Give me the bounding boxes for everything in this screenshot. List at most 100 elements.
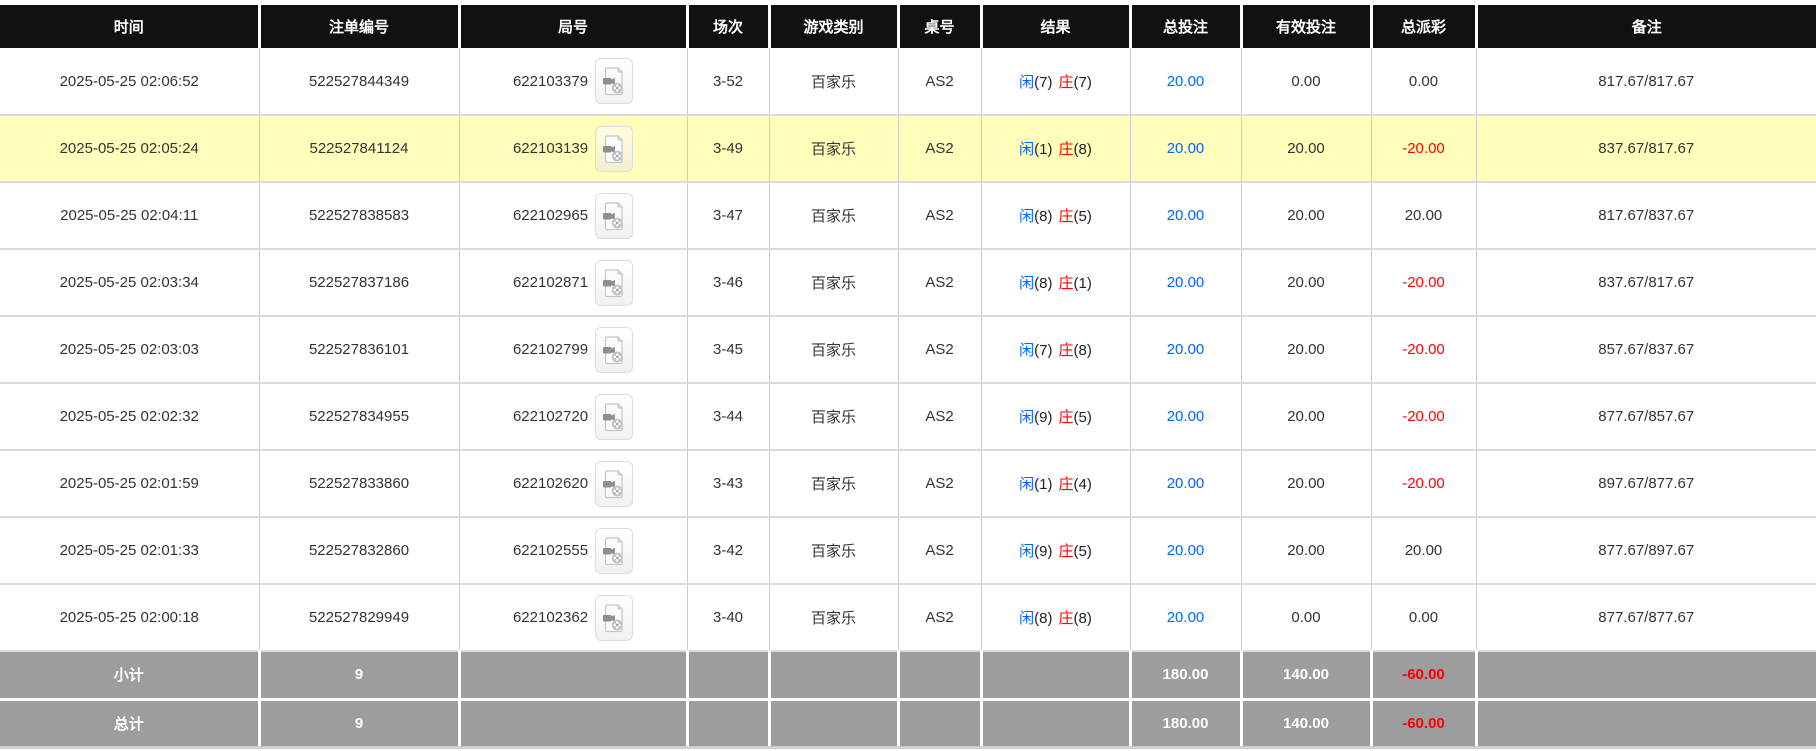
table-row[interactable]: 2025-05-25 02:06:52 522527844349 6221033… xyxy=(0,48,1816,115)
total-bet-cell[interactable]: 20.00 xyxy=(1130,181,1242,249)
round-number: 622103379 xyxy=(512,72,589,90)
round-number: 622102362 xyxy=(512,609,589,626)
video-icon xyxy=(603,66,624,96)
table-number-cell: AS2 xyxy=(898,248,982,316)
player-result-score: (9) xyxy=(1034,543,1053,560)
total-payout: -60.00 xyxy=(1371,697,1478,749)
video-replay-button[interactable] xyxy=(595,460,634,507)
round-number: 622102799 xyxy=(512,341,589,358)
round-cell: 622102965 xyxy=(459,181,688,249)
player-result-label: 闲 xyxy=(1019,610,1035,627)
banker-result-score: (5) xyxy=(1073,409,1092,426)
total-bet-cell[interactable]: 20.00 xyxy=(1130,248,1242,316)
player-result-label: 闲 xyxy=(1019,543,1035,560)
player-result-score: (1) xyxy=(1034,476,1053,493)
video-icon xyxy=(603,201,624,230)
bet-number-cell: 522527841124 xyxy=(259,114,460,182)
total-bet-cell[interactable]: 20.00 xyxy=(1130,48,1242,115)
subtotal-row: 小计 9 180.00 140.00 -60.00 xyxy=(0,650,1816,699)
col-header-round: 局号 xyxy=(459,5,689,48)
session-cell: 3-49 xyxy=(687,114,770,182)
video-replay-button[interactable] xyxy=(595,594,634,641)
payout-cell: -20.00 xyxy=(1371,248,1477,316)
banker-result-label: 庄 xyxy=(1058,342,1074,359)
video-replay-button[interactable] xyxy=(595,527,634,574)
session-cell: 3-52 xyxy=(687,48,770,115)
time-cell: 2025-05-25 02:03:03 xyxy=(0,315,260,383)
total-bet-cell[interactable]: 20.00 xyxy=(1130,516,1242,584)
remark-cell: 817.67/817.67 xyxy=(1476,48,1816,115)
total-bet-cell[interactable]: 20.00 xyxy=(1130,583,1242,651)
total-bet-cell[interactable]: 20.00 xyxy=(1130,449,1242,517)
bet-number-cell: 522527832860 xyxy=(259,516,460,584)
subtotal-empty-round xyxy=(459,650,689,699)
video-replay-button[interactable] xyxy=(595,192,634,239)
remark-cell: 877.67/857.67 xyxy=(1476,382,1816,450)
banker-result-label: 庄 xyxy=(1058,409,1074,426)
video-replay-button[interactable] xyxy=(595,125,634,172)
table-row[interactable]: 2025-05-25 02:03:34 522527837186 6221028… xyxy=(0,248,1816,316)
result-cell: 闲(8) 庄(1) xyxy=(981,248,1131,316)
result-cell: 闲(8) 庄(8) xyxy=(981,583,1131,651)
video-replay-button[interactable] xyxy=(595,326,634,373)
banker-result-label: 庄 xyxy=(1058,208,1074,225)
table-row[interactable]: 2025-05-25 02:01:59 522527833860 6221026… xyxy=(0,449,1816,517)
video-replay-button[interactable] xyxy=(595,259,634,306)
subtotal-valid-bet: 140.00 xyxy=(1241,650,1373,699)
col-header-game-type: 游戏类别 xyxy=(769,5,900,48)
game-type-cell: 百家乐 xyxy=(769,382,899,450)
table-number-cell: AS2 xyxy=(898,449,982,517)
total-bet-cell[interactable]: 20.00 xyxy=(1130,382,1242,450)
banker-result-label: 庄 xyxy=(1058,275,1074,292)
col-header-payout: 总派彩 xyxy=(1371,5,1478,48)
total-empty-gametype xyxy=(769,697,900,749)
table-row[interactable]: 2025-05-25 02:03:03 522527836101 6221027… xyxy=(0,315,1816,383)
payout-cell: 0.00 xyxy=(1371,583,1477,651)
col-header-session: 场次 xyxy=(687,5,771,48)
player-result-label: 闲 xyxy=(1019,73,1035,91)
time-cell: 2025-05-25 02:02:32 xyxy=(0,382,260,450)
round-cell: 622102555 xyxy=(459,516,688,584)
total-label: 总计 xyxy=(0,697,261,749)
total-bet-cell[interactable]: 20.00 xyxy=(1130,315,1242,383)
subtotal-empty-session xyxy=(687,650,771,699)
time-cell: 2025-05-25 02:00:18 xyxy=(0,583,260,651)
payout-cell: 0.00 xyxy=(1371,48,1477,115)
game-type-cell: 百家乐 xyxy=(769,315,899,383)
player-result-score: (8) xyxy=(1034,275,1053,292)
table-row[interactable]: 2025-05-25 02:02:32 522527834955 6221027… xyxy=(0,382,1816,450)
valid-bet-cell: 0.00 xyxy=(1241,48,1372,115)
remark-cell: 837.67/817.67 xyxy=(1476,248,1816,316)
player-result-score: (8) xyxy=(1034,610,1053,627)
total-total-bet: 180.00 xyxy=(1130,697,1243,749)
payout-cell: -20.00 xyxy=(1371,315,1477,383)
table-row[interactable]: 2025-05-25 02:04:11 522527838583 6221029… xyxy=(0,181,1816,249)
result-cell: 闲(1) 庄(4) xyxy=(981,449,1131,517)
remark-cell: 817.67/837.67 xyxy=(1476,181,1816,249)
game-type-cell: 百家乐 xyxy=(769,583,899,651)
result-cell: 闲(9) 庄(5) xyxy=(981,382,1131,450)
session-cell: 3-43 xyxy=(687,449,770,517)
result-cell: 闲(8) 庄(5) xyxy=(981,181,1131,249)
remark-cell: 897.67/877.67 xyxy=(1476,449,1816,517)
col-header-table-no: 桌号 xyxy=(898,5,983,48)
col-header-remark: 备注 xyxy=(1476,5,1816,48)
video-replay-button[interactable] xyxy=(595,58,634,104)
video-replay-button[interactable] xyxy=(595,393,634,440)
player-result-score: (8) xyxy=(1034,208,1053,225)
player-result-score: (7) xyxy=(1034,342,1053,359)
table-number-cell: AS2 xyxy=(898,181,982,249)
table-number-cell: AS2 xyxy=(898,583,982,651)
session-cell: 3-45 xyxy=(687,315,770,383)
session-cell: 3-44 xyxy=(687,382,770,450)
total-bet-cell[interactable]: 20.00 xyxy=(1130,114,1242,182)
payout-cell: 20.00 xyxy=(1371,181,1477,249)
round-cell: 622103379 xyxy=(459,48,688,115)
video-icon xyxy=(603,402,624,431)
table-row[interactable]: 2025-05-25 02:05:24 522527841124 6221031… xyxy=(0,114,1816,182)
header-row: 时间 注单编号 局号 场次 游戏类别 桌号 结果 总投注 有效投注 总派彩 备注 xyxy=(0,5,1816,48)
table-row[interactable]: 2025-05-25 02:00:18 522527829949 6221023… xyxy=(0,583,1816,651)
player-result-score: (9) xyxy=(1034,409,1053,426)
table-row[interactable]: 2025-05-25 02:01:33 522527832860 6221025… xyxy=(0,516,1816,584)
total-count: 9 xyxy=(259,697,461,749)
